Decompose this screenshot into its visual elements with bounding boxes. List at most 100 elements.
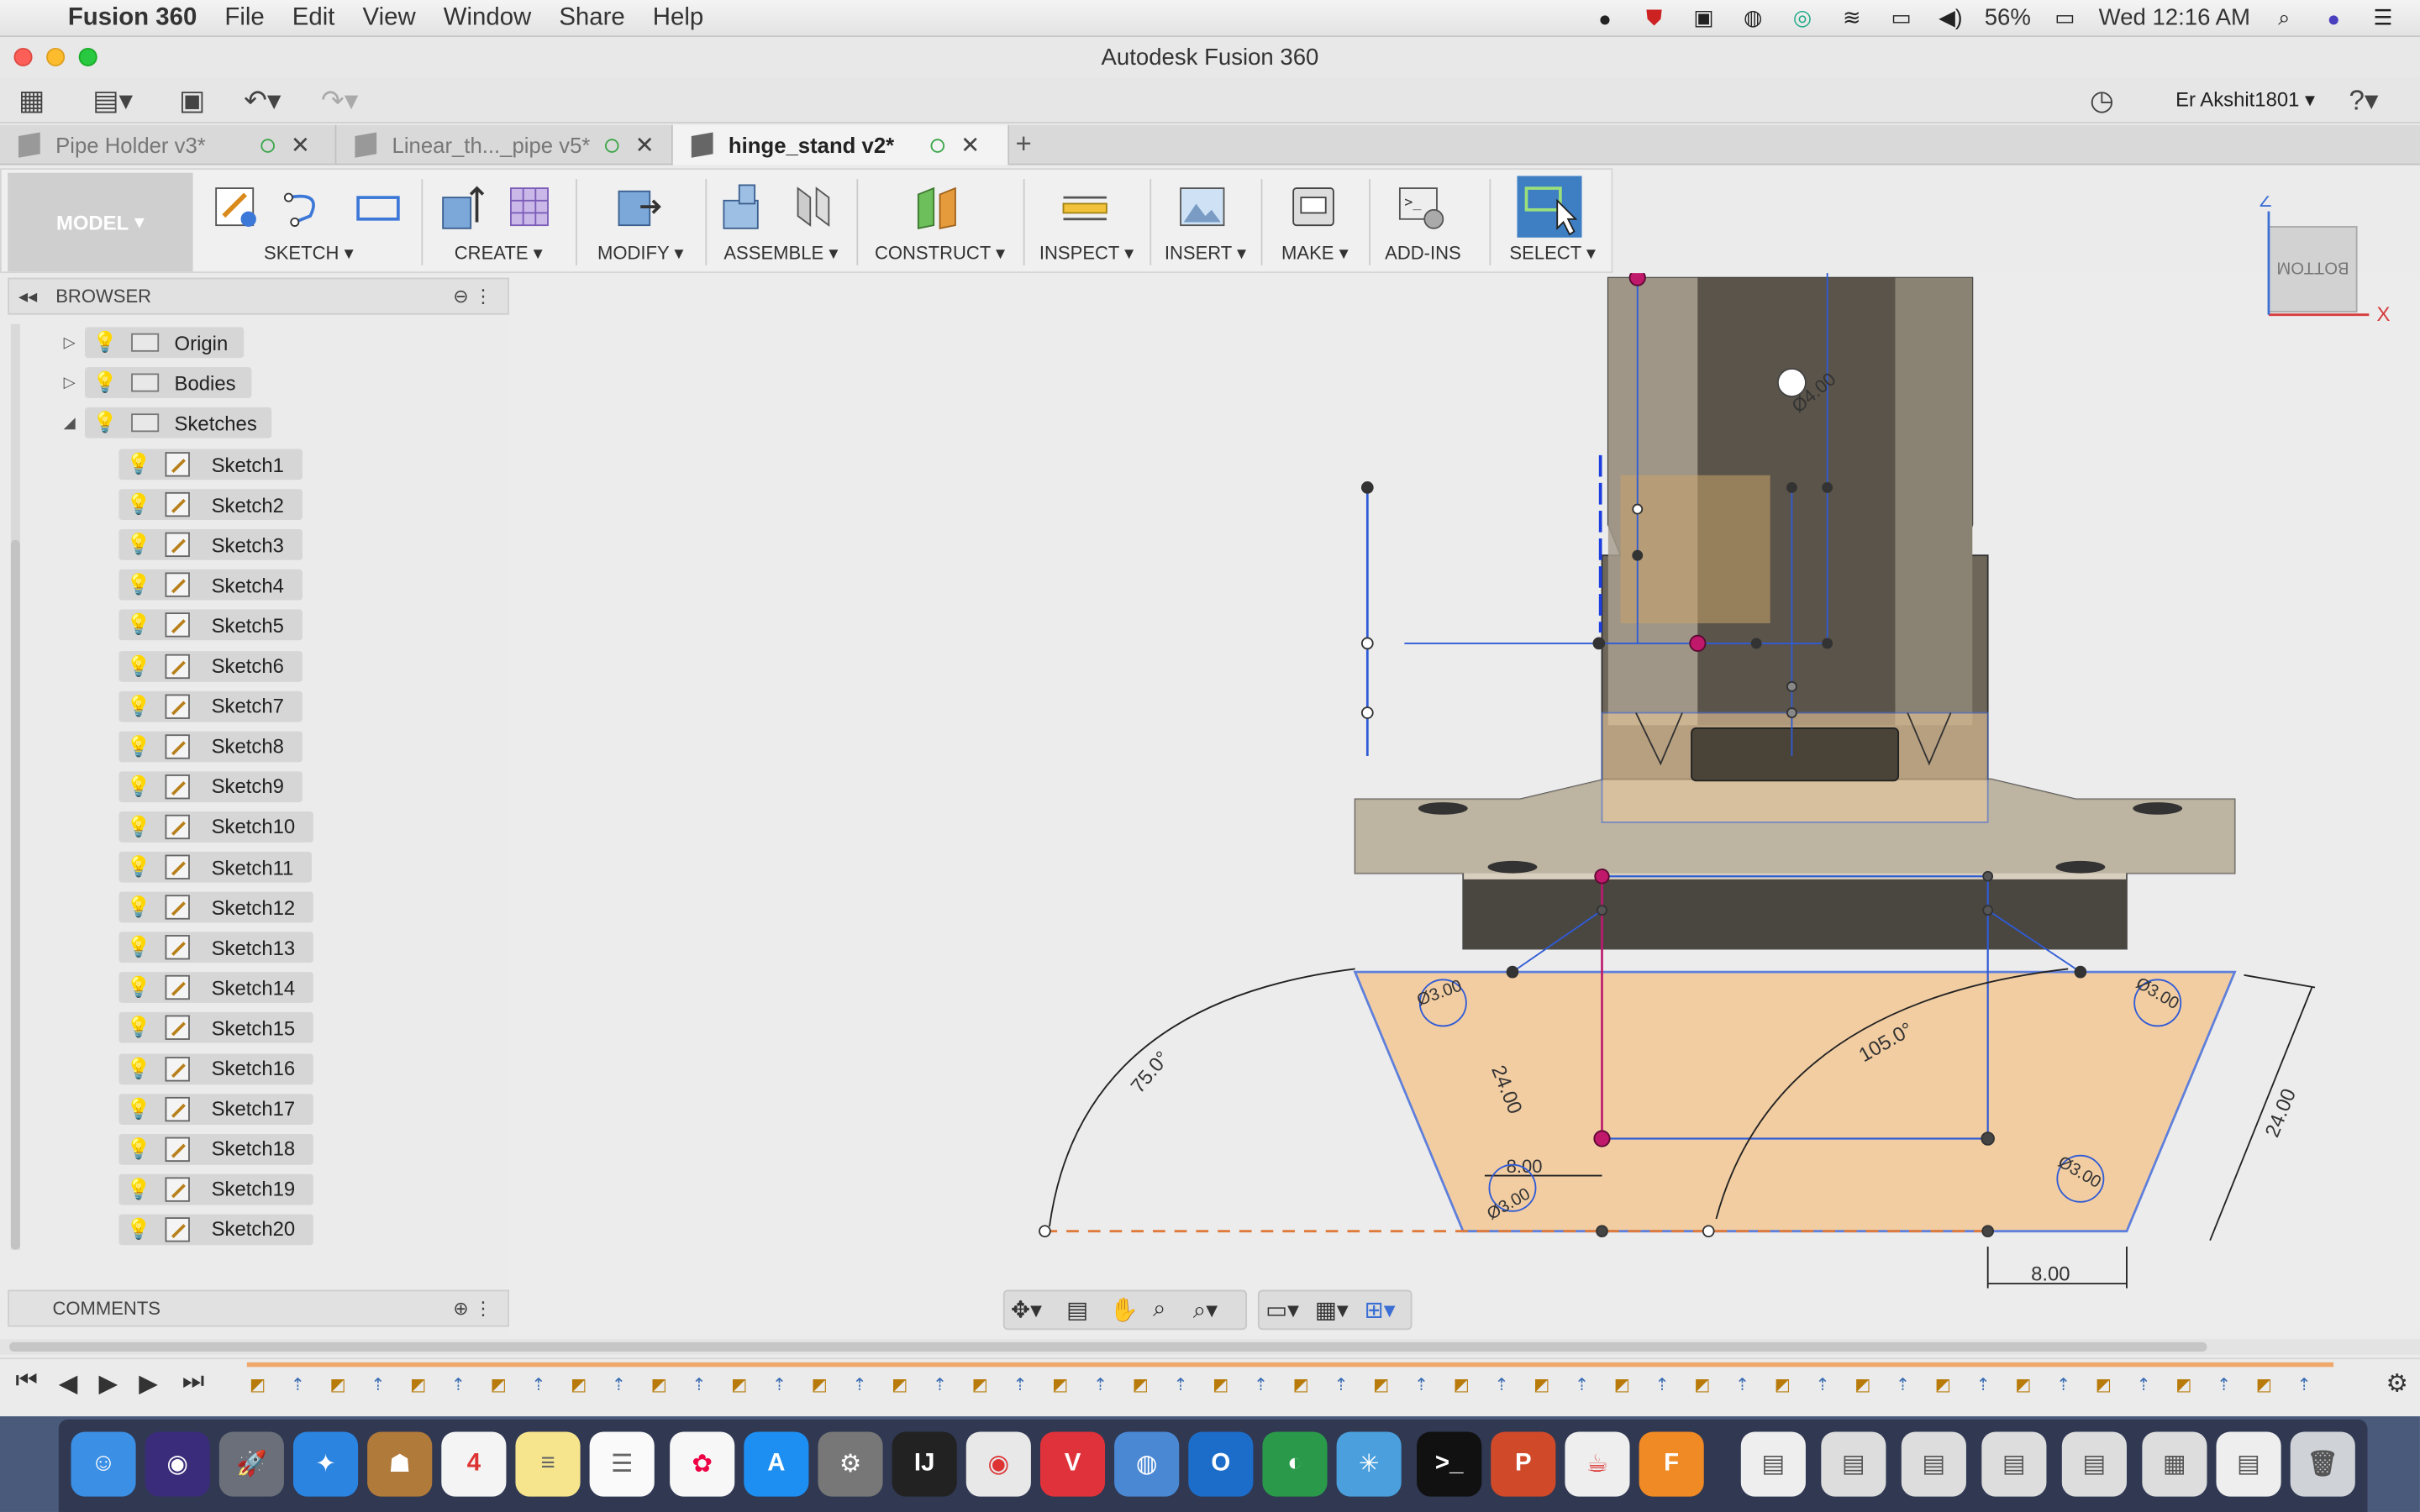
- tree-node-sketch[interactable]: 💡 Sketch13: [118, 932, 314, 963]
- timeline-sketch-icon[interactable]: ◩: [1046, 1368, 1074, 1399]
- fusion-360-icon[interactable]: F: [1639, 1431, 1704, 1497]
- menu-share[interactable]: Share: [559, 4, 624, 32]
- close-tab-icon[interactable]: ✕: [960, 131, 980, 159]
- timeline-extrude-icon[interactable]: ⇡: [1649, 1368, 1676, 1399]
- menu-file[interactable]: File: [224, 4, 264, 32]
- visibility-bulb-icon[interactable]: 💡: [125, 450, 153, 478]
- sketch-trapezoid-profile[interactable]: [1353, 970, 2237, 1233]
- siri-icon[interactable]: ◉: [145, 1431, 210, 1497]
- notes-icon[interactable]: ≡: [515, 1431, 581, 1497]
- sketch-group-label[interactable]: SKETCH ▾: [203, 242, 415, 264]
- collapse-arrow-icon[interactable]: ◢: [54, 414, 85, 431]
- timeline-sketch-icon[interactable]: ◩: [2009, 1368, 2037, 1399]
- folder-stack-icon[interactable]: ▤: [1901, 1431, 1966, 1497]
- visibility-bulb-icon[interactable]: 💡: [125, 531, 153, 559]
- joint-icon[interactable]: [789, 182, 839, 232]
- timeline-sketch-icon[interactable]: ◩: [2170, 1368, 2197, 1399]
- tree-node-sketch[interactable]: 💡 Sketch19: [118, 1173, 314, 1205]
- create-group[interactable]: CREATE ▾: [428, 170, 570, 271]
- outlook-icon[interactable]: O: [1188, 1431, 1254, 1497]
- create-sketch-icon[interactable]: [212, 182, 261, 232]
- timeline-scrollbar[interactable]: [0, 1339, 2420, 1355]
- select-arrow-icon[interactable]: [1517, 176, 1582, 238]
- timeline-extrude-icon[interactable]: ⇡: [605, 1368, 633, 1399]
- construct-group-label[interactable]: CONSTRUCT ▾: [863, 242, 1018, 264]
- timeline-sketch-icon[interactable]: ◩: [244, 1368, 271, 1399]
- visibility-bulb-icon[interactable]: 💡: [125, 612, 153, 639]
- save-icon[interactable]: ▣: [179, 85, 205, 118]
- tree-node-sketch[interactable]: 💡 Sketch9: [118, 770, 302, 802]
- timeline-sketch-icon[interactable]: ◩: [1608, 1368, 1636, 1399]
- tree-node-sketch[interactable]: 💡 Sketch4: [118, 570, 302, 601]
- timeline-extrude-icon[interactable]: ⇡: [1488, 1368, 1516, 1399]
- angle-dimension-arc[interactable]: [1049, 968, 1355, 1227]
- user-account-menu[interactable]: Er Akshit1801 ▾: [2175, 88, 2315, 113]
- zoom-icon[interactable]: ⌕: [1153, 1296, 1165, 1322]
- powerpoint-icon[interactable]: P: [1491, 1431, 1556, 1497]
- visibility-bulb-icon[interactable]: 💡: [125, 652, 153, 680]
- press-pull-icon[interactable]: [613, 182, 662, 232]
- width-dim-small[interactable]: 8.00: [1507, 1156, 1543, 1177]
- visibility-bulb-icon[interactable]: 💡: [91, 409, 118, 437]
- make-group-label[interactable]: MAKE ▾: [1267, 242, 1363, 264]
- visibility-bulb-icon[interactable]: 💡: [125, 934, 153, 962]
- step-back-icon[interactable]: ◀: [59, 1368, 78, 1399]
- timeline-sketch-icon[interactable]: ◩: [966, 1368, 994, 1399]
- help-icon[interactable]: ?▾: [2349, 85, 2378, 118]
- visibility-bulb-icon[interactable]: 💡: [125, 491, 153, 518]
- tree-node-sketch[interactable]: 💡 Sketch6: [118, 650, 302, 681]
- network-app-icon[interactable]: ◐: [1262, 1431, 1328, 1497]
- visibility-bulb-icon[interactable]: 💡: [125, 1175, 153, 1203]
- tree-node-sketch[interactable]: 💡 Sketch7: [118, 690, 302, 722]
- volume-icon[interactable]: ◀): [1935, 5, 1966, 29]
- new-component-icon[interactable]: [718, 182, 767, 232]
- insert-image-icon[interactable]: [1177, 182, 1227, 232]
- timeline-extrude-icon[interactable]: ⇡: [1970, 1368, 1997, 1399]
- visibility-bulb-icon[interactable]: 💡: [125, 974, 153, 1002]
- battery-icon[interactable]: ▭: [2049, 5, 2081, 29]
- system-preferences-icon[interactable]: ⚙: [818, 1431, 883, 1497]
- undo-icon[interactable]: ↶▾: [244, 85, 281, 118]
- timeline-sketch-icon[interactable]: ◩: [1367, 1368, 1395, 1399]
- go-to-start-icon[interactable]: ⏮: [15, 1368, 37, 1396]
- visibility-bulb-icon[interactable]: 💡: [125, 692, 153, 720]
- menu-help[interactable]: Help: [653, 4, 703, 32]
- new-tab-plus-icon[interactable]: +: [1016, 128, 1032, 160]
- folder-stack-icon[interactable]: ▤: [2061, 1431, 2127, 1497]
- timeline-extrude-icon[interactable]: ⇡: [1407, 1368, 1435, 1399]
- construct-group[interactable]: CONSTRUCT ▾: [863, 170, 1018, 271]
- intellij-icon[interactable]: IJ: [892, 1431, 957, 1497]
- viewports-icon[interactable]: ⊞▾: [1365, 1296, 1396, 1324]
- visibility-bulb-icon[interactable]: 💡: [125, 1054, 153, 1082]
- form-icon[interactable]: [505, 182, 555, 232]
- timeline-extrude-icon[interactable]: ⇡: [2049, 1368, 2077, 1399]
- timeline-sketch-icon[interactable]: ◩: [2090, 1368, 2118, 1399]
- visibility-bulb-icon[interactable]: 💡: [125, 813, 153, 841]
- folder-stack-icon[interactable]: ▤: [1821, 1431, 1886, 1497]
- timeline-extrude-icon[interactable]: ⇡: [2210, 1368, 2238, 1399]
- visibility-bulb-icon[interactable]: 💡: [125, 1135, 153, 1163]
- timeline-sketch-icon[interactable]: ◩: [485, 1368, 513, 1399]
- timeline-extrude-icon[interactable]: ⇡: [1167, 1368, 1195, 1399]
- job-status-clock-icon[interactable]: ◷: [2090, 85, 2114, 118]
- close-tab-icon[interactable]: ✕: [635, 131, 655, 159]
- contacts-icon[interactable]: ☗: [367, 1431, 433, 1497]
- inspect-group-label[interactable]: INSPECT ▾: [1029, 242, 1144, 264]
- timeline-extrude-icon[interactable]: ⇡: [1328, 1368, 1355, 1399]
- comments-panel-header[interactable]: COMMENTS ⊕ ⋮: [8, 1289, 510, 1327]
- timeline-sketch-icon[interactable]: ◩: [645, 1368, 673, 1399]
- timeline-sketch-icon[interactable]: ◩: [1688, 1368, 1716, 1399]
- visibility-bulb-icon[interactable]: 💡: [125, 1095, 153, 1122]
- timeline-extrude-icon[interactable]: ⇡: [1007, 1368, 1034, 1399]
- select-group[interactable]: SELECT ▾: [1496, 170, 1610, 271]
- visibility-bulb-icon[interactable]: 💡: [125, 853, 153, 881]
- display-settings-icon[interactable]: ▭▾: [1265, 1296, 1299, 1324]
- tree-node-sketches[interactable]: ◢ 💡 Sketches: [54, 407, 273, 438]
- folder-stack-icon[interactable]: ▤: [1981, 1431, 2047, 1497]
- visibility-bulb-icon[interactable]: 💡: [91, 328, 118, 356]
- tree-node-sketch[interactable]: 💡 Sketch16: [118, 1053, 314, 1084]
- assemble-group[interactable]: ASSEMBLE ▾: [712, 170, 850, 271]
- timeline-extrude-icon[interactable]: ⇡: [846, 1368, 874, 1399]
- browser-app-icon[interactable]: ◍: [1114, 1431, 1180, 1497]
- timeline-sketch-icon[interactable]: ◩: [404, 1368, 432, 1399]
